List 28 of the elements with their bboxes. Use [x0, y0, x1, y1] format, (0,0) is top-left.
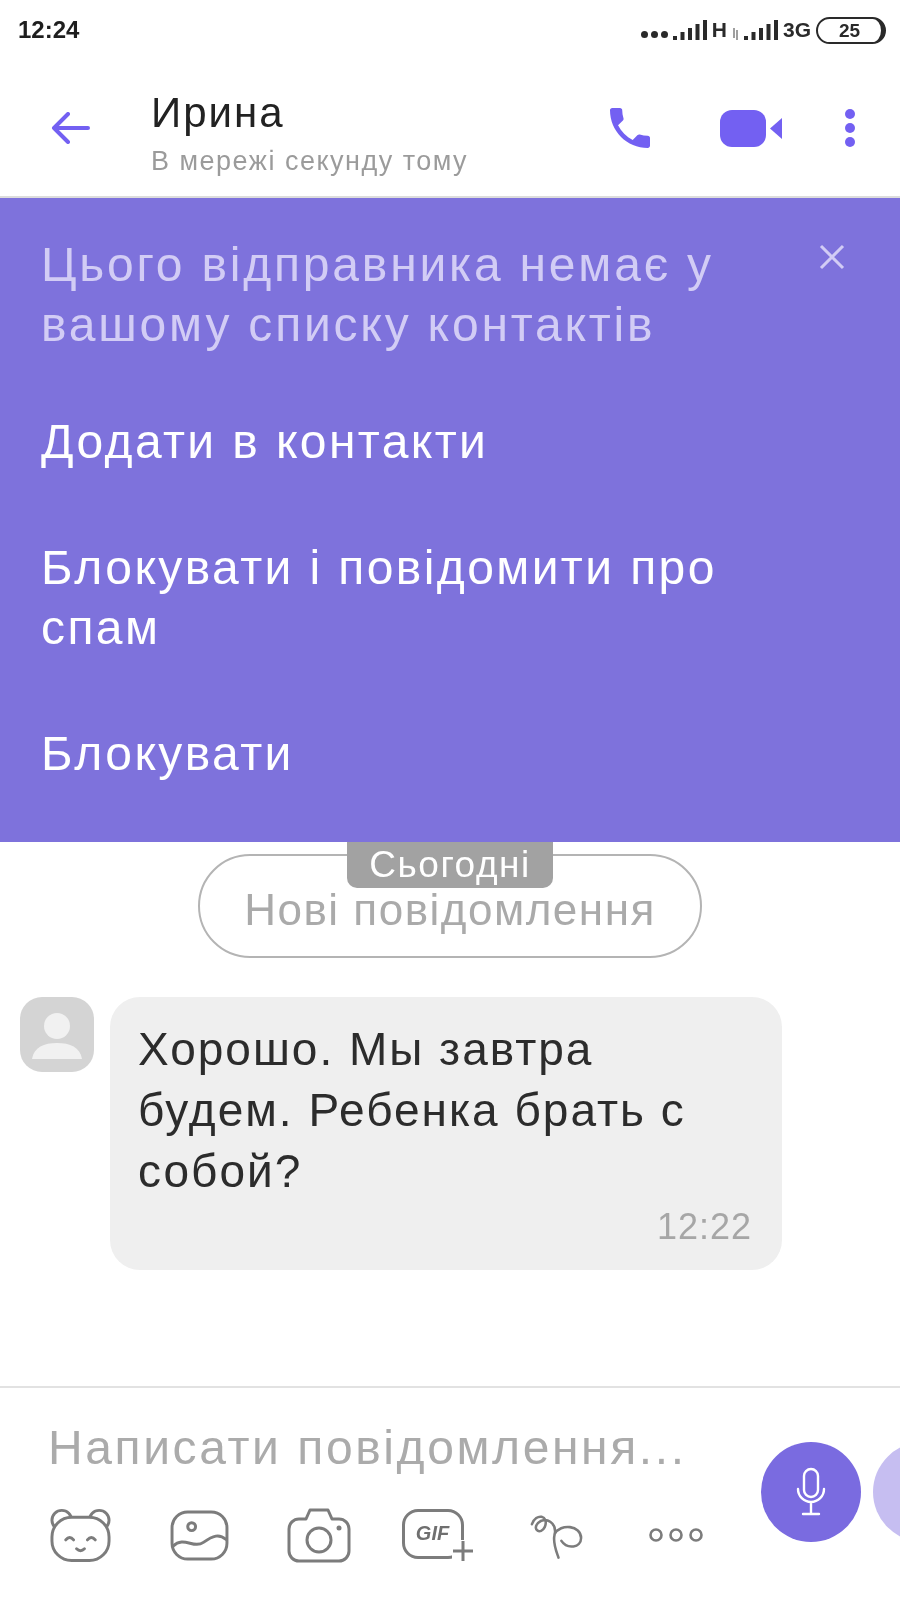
bear-face-icon[interactable] — [49, 1507, 112, 1563]
back-arrow-icon[interactable] — [50, 112, 90, 144]
more-options-icon[interactable] — [843, 108, 857, 148]
network-type: 3G — [783, 18, 811, 42]
video-camera-icon[interactable] — [720, 109, 782, 147]
close-icon[interactable] — [819, 244, 845, 270]
banner-notice: Цього відправника немає у вашому списку контактів — [41, 237, 715, 353]
microphone-icon — [796, 1467, 826, 1517]
image-icon[interactable] — [170, 1509, 229, 1561]
message-input[interactable]: Написати повідомлення... — [48, 1418, 738, 1476]
status-time: 12:24 — [18, 16, 80, 44]
banner-action[interactable]: Блокувати і повідомити про спам — [41, 538, 801, 658]
more-dots-icon — [640, 30, 668, 38]
data-arrows-icon — [732, 28, 739, 40]
banner-action[interactable]: Блокувати — [41, 724, 294, 784]
message-text: Хорошо. Мы завтра будем. Ребенка брать с собой? — [138, 1022, 687, 1199]
message-time: 12:22 — [656, 1210, 752, 1244]
phone-icon[interactable] — [610, 108, 650, 148]
last-seen-status: В мережі секунду тому — [151, 146, 469, 176]
battery-level: 25 — [816, 16, 886, 44]
date-chip: Сьогодні — [347, 842, 553, 888]
banner-action[interactable]: Додати в контакти — [41, 412, 489, 472]
network-type: H — [711, 18, 727, 42]
signal-icon — [744, 20, 778, 40]
more-icon[interactable] — [648, 1528, 703, 1542]
camera-icon[interactable] — [286, 1507, 351, 1563]
contact-name: Ирина — [151, 89, 285, 137]
signal-icon — [672, 20, 707, 40]
